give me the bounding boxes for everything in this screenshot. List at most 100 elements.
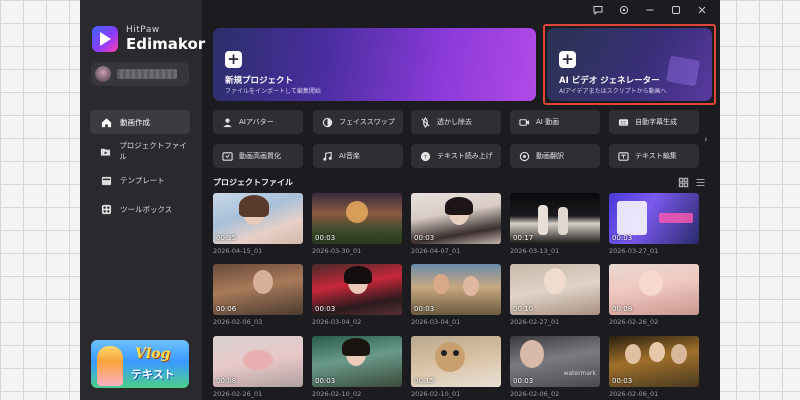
project-item[interactable]: 00:03 2026-03-04_02 (312, 264, 402, 326)
tool-ai-avatar[interactable]: AIアバター (213, 110, 303, 134)
tool-label: AI 動画 (536, 118, 560, 126)
decorative-shape (665, 55, 701, 87)
chevron-right-icon[interactable]: › (704, 135, 708, 145)
sidebar-item-create-video[interactable]: 動画作成 (90, 110, 190, 134)
tool-video-enhance[interactable]: 動画高画質化 (213, 144, 303, 168)
user-account[interactable] (91, 62, 189, 86)
folder-icon (100, 145, 111, 157)
project-name: 2026-02-26_02 (609, 318, 659, 326)
tool-face-swap[interactable]: フェイススワップ (313, 110, 403, 134)
avatar (95, 66, 111, 82)
sidebar-item-label: プロジェクトファイル (119, 141, 187, 161)
banner-character (97, 346, 123, 386)
watermark-remove-icon (419, 116, 431, 128)
close-icon (698, 6, 706, 14)
duration-label: 00:03 (612, 377, 633, 385)
project-thumbnail: 00:03 (312, 336, 402, 387)
sidebar-item-label: 動画作成 (120, 117, 150, 127)
avatar-icon (221, 116, 233, 128)
project-item[interactable]: 00:03 2026-03-30_01 (312, 193, 402, 255)
app-logo: HitPaw Edimakor (92, 26, 205, 52)
project-thumbnail: 00:15 (411, 336, 501, 387)
project-item[interactable]: 00:03 2026-02-06_01 (609, 336, 699, 398)
grid-icon (679, 178, 688, 187)
close-button[interactable] (696, 4, 708, 16)
logo-icon (92, 26, 118, 52)
maximize-button[interactable] (670, 4, 682, 16)
project-name: 2026-04-15_01 (213, 247, 263, 255)
project-item[interactable]: 00:03 2026-03-04_01 (411, 264, 501, 326)
project-name: 2026-03-04_02 (312, 318, 362, 326)
project-thumbnail: 00:10 (510, 264, 600, 315)
ai-video-generator-card[interactable]: + AI ビデオ ジェネレーター AIアイデアまたはスクリプトから動画へ (547, 28, 712, 101)
project-item[interactable]: 00:08 2026-02-26_02 (609, 264, 699, 326)
feedback-button[interactable] (592, 4, 604, 16)
svg-text:T: T (423, 154, 427, 160)
tool-ai-music[interactable]: AI音楽 (313, 144, 403, 168)
sidebar-item-toolbox[interactable]: ツールボックス (90, 197, 190, 221)
maximize-icon (672, 6, 680, 14)
duration-label: 00:03 (315, 377, 336, 385)
new-project-title: 新規プロジェクト (225, 76, 294, 86)
project-name: 2026-04-07_01 (411, 247, 461, 255)
tool-label: テキスト編集 (635, 152, 677, 160)
duration-label: 00:08 (612, 305, 633, 313)
project-thumbnail: 00:03 (312, 264, 402, 315)
plus-icon: + (225, 51, 242, 68)
project-item[interactable]: 00:03 2026-04-07_01 (411, 193, 501, 255)
tool-label: 透かし除去 (437, 118, 472, 126)
project-name: 2026-03-30_01 (312, 247, 362, 255)
project-item[interactable]: 00:06 2026-02-06_03 (213, 264, 303, 326)
duration-label: 00:06 (216, 305, 237, 313)
tool-text-edit[interactable]: テキスト編集 (609, 144, 699, 168)
face-swap-icon (321, 116, 333, 128)
title-bar (592, 4, 708, 16)
settings-button[interactable] (618, 4, 630, 16)
project-thumbnail: 00:03 (411, 193, 501, 244)
project-files-title: プロジェクトファイル (213, 178, 293, 187)
project-item[interactable]: 00:03 2026-02-10_02 (312, 336, 402, 398)
sidebar-item-templates[interactable]: テンプレート (90, 168, 190, 192)
duration-label: 00:03 (414, 234, 435, 242)
tool-ai-video[interactable]: AI 動画 (510, 110, 600, 134)
ai-video-icon (518, 116, 530, 128)
sidebar: HitPaw Edimakor 動画作成 プロジェクトファイル テンプレート ツ… (80, 0, 205, 400)
tool-auto-subtitle[interactable]: CC 自動字幕生成 (609, 110, 699, 134)
duration-label: 00:35 (216, 234, 237, 242)
user-name-blurred (117, 69, 177, 79)
new-project-card[interactable]: + 新規プロジェクト ファイルをインポートして編集開始 (213, 28, 536, 101)
minimize-button[interactable] (644, 4, 656, 16)
project-item[interactable]: 00:17 2026-03-13_01 (510, 193, 600, 255)
sidebar-item-project-files[interactable]: プロジェクトファイル (90, 139, 190, 163)
brand-sub: HitPaw (126, 25, 160, 35)
project-item[interactable]: 00:03 2026-03-27_01 (609, 193, 699, 255)
project-item[interactable]: watermark 00:03 2026-02-06_02 (510, 336, 600, 398)
project-thumbnail: 00:03 (609, 193, 699, 244)
enhance-icon (221, 150, 233, 162)
project-name: 2026-02-06_03 (213, 318, 263, 326)
grid-view-button[interactable] (678, 177, 689, 188)
app-window: HitPaw Edimakor 動画作成 プロジェクトファイル テンプレート ツ… (80, 0, 720, 400)
tool-label: 動画翻訳 (536, 152, 564, 160)
project-name: 2026-02-10_01 (411, 390, 461, 398)
brand-main: Edimakor (126, 35, 206, 53)
project-thumbnail: 00:03 (609, 336, 699, 387)
sidebar-nav: 動画作成 プロジェクトファイル テンプレート ツールボックス (90, 110, 190, 226)
watermark-overlay: watermark (563, 370, 596, 377)
promo-banner[interactable]: Vlog テキスト (91, 340, 189, 388)
duration-label: 00:03 (414, 305, 435, 313)
home-icon (100, 116, 112, 128)
list-view-button[interactable] (695, 177, 706, 188)
translate-icon (518, 150, 530, 162)
project-item[interactable]: 00:08 2026-02-26_01 (213, 336, 303, 398)
tool-video-translate[interactable]: 動画翻訳 (510, 144, 600, 168)
project-item[interactable]: 00:10 2026-02-27_01 (510, 264, 600, 326)
duration-label: 00:08 (216, 377, 237, 385)
project-name: 2026-03-27_01 (609, 247, 659, 255)
project-item[interactable]: 00:15 2026-02-10_01 (411, 336, 501, 398)
sidebar-item-label: テンプレート (120, 175, 165, 185)
tool-text-to-speech[interactable]: T テキスト読み上げ (411, 144, 501, 168)
project-name: 2026-03-13_01 (510, 247, 560, 255)
tool-watermark-remove[interactable]: 透かし除去 (411, 110, 501, 134)
project-item[interactable]: 00:35 2026-04-15_01 (213, 193, 303, 255)
